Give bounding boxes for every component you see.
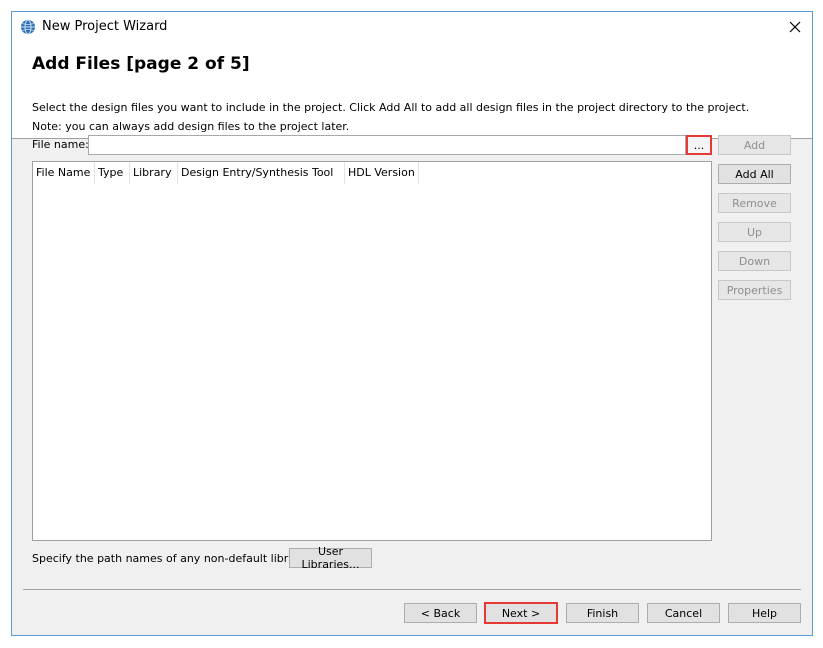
column-file-name[interactable]: File Name — [33, 162, 95, 184]
file-name-input[interactable] — [88, 135, 686, 155]
table-header: File Name Type Library Design Entry/Synt… — [33, 162, 419, 184]
description-note: Note: you can always add design files to… — [32, 120, 350, 133]
up-button[interactable]: Up — [718, 222, 791, 242]
finish-button[interactable]: Finish — [566, 603, 639, 623]
next-button[interactable]: Next > — [484, 602, 558, 624]
quartus-globe-icon — [20, 19, 36, 35]
window-title: New Project Wizard — [42, 19, 168, 34]
wizard-header: Add Files [page 2 of 5] Select the desig… — [12, 42, 812, 139]
add-button[interactable]: Add — [718, 135, 791, 155]
help-button[interactable]: Help — [728, 603, 801, 623]
new-project-wizard-dialog: New Project Wizard Add Files [page 2 of … — [11, 11, 813, 636]
title-bar: New Project Wizard — [12, 12, 812, 42]
browse-button[interactable]: ... — [686, 135, 712, 155]
libraries-label: Specify the path names of any non-defaul… — [32, 552, 319, 565]
file-name-label: File name: — [32, 138, 89, 151]
remove-button[interactable]: Remove — [718, 193, 791, 213]
file-table[interactable]: File Name Type Library Design Entry/Synt… — [32, 161, 712, 541]
cancel-button[interactable]: Cancel — [647, 603, 720, 623]
column-design-entry-tool[interactable]: Design Entry/Synthesis Tool — [178, 162, 345, 184]
column-hdl-version[interactable]: HDL Version — [345, 162, 419, 184]
properties-button[interactable]: Properties — [718, 280, 791, 300]
page-title: Add Files [page 2 of 5] — [32, 54, 250, 74]
close-icon[interactable] — [784, 16, 806, 38]
column-library[interactable]: Library — [130, 162, 178, 184]
footer-divider — [23, 589, 801, 590]
description-line: Select the design files you want to incl… — [32, 101, 750, 114]
user-libraries-button[interactable]: User Libraries... — [289, 545, 372, 571]
down-button[interactable]: Down — [718, 251, 791, 271]
page-description: Select the design files you want to incl… — [32, 98, 749, 136]
add-all-button[interactable]: Add All — [718, 164, 791, 184]
back-button[interactable]: < Back — [404, 603, 477, 623]
column-type[interactable]: Type — [95, 162, 130, 184]
